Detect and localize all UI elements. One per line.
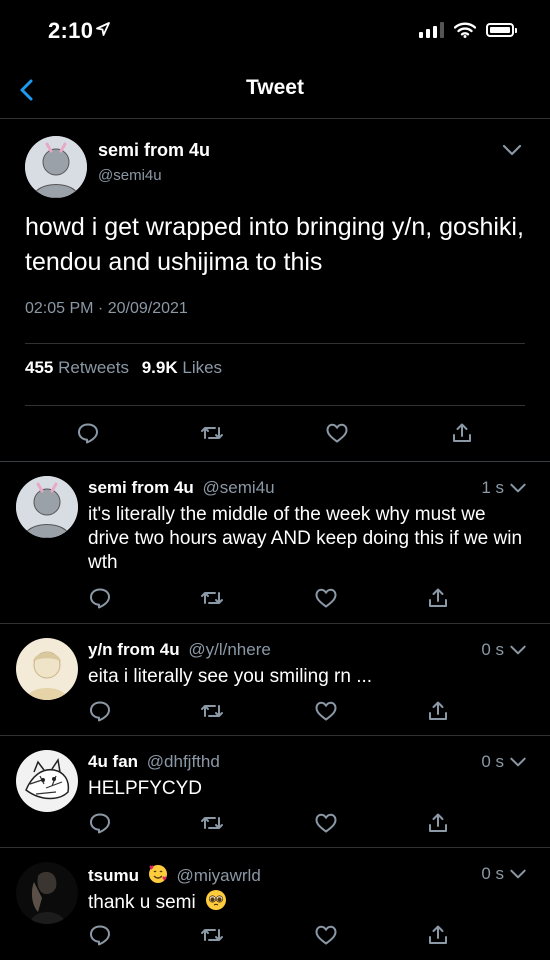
nav-bar: Tweet bbox=[0, 62, 550, 119]
divider bbox=[25, 405, 525, 406]
share-icon[interactable] bbox=[426, 699, 450, 723]
reply-actions bbox=[0, 923, 550, 949]
chevron-down-icon[interactable] bbox=[508, 640, 528, 660]
page-title: Tweet bbox=[246, 76, 304, 99]
author-handle[interactable]: @semi4u bbox=[98, 167, 162, 184]
smiling-face-with-hearts-icon bbox=[148, 865, 167, 883]
avatar[interactable] bbox=[16, 476, 78, 538]
reply-text: thank u semi bbox=[88, 892, 196, 913]
retweet-count[interactable]: 455 bbox=[25, 358, 53, 377]
avatar[interactable] bbox=[16, 862, 78, 924]
avatar[interactable] bbox=[16, 638, 78, 700]
divider bbox=[25, 343, 525, 344]
reply-item[interactable]: y/n from 4u @y/l/nhere 0 s eita i litera… bbox=[0, 624, 550, 736]
reply-icon[interactable] bbox=[76, 421, 100, 445]
reply-header: semi from 4u @semi4u bbox=[88, 478, 275, 498]
retweets-label[interactable]: Retweets bbox=[58, 358, 129, 377]
share-icon[interactable] bbox=[426, 923, 450, 947]
battery-icon bbox=[486, 23, 517, 37]
reply-author-name[interactable]: 4u fan bbox=[88, 752, 138, 771]
wifi-icon bbox=[454, 22, 476, 38]
like-icon[interactable] bbox=[325, 421, 349, 445]
avatar[interactable] bbox=[25, 136, 87, 198]
like-icon[interactable] bbox=[314, 699, 338, 723]
likes-label[interactable]: Likes bbox=[182, 358, 222, 377]
like-icon[interactable] bbox=[314, 923, 338, 947]
like-icon[interactable] bbox=[314, 811, 338, 835]
reply-time: 1 s bbox=[481, 478, 528, 498]
retweet-icon[interactable] bbox=[200, 811, 224, 835]
reply-timestamp: 1 s bbox=[481, 478, 504, 497]
status-bar: 2:10 bbox=[0, 0, 550, 62]
tweet-datetime: 02:05 PM · 20/09/2021 bbox=[25, 300, 188, 317]
reply-author-name[interactable]: semi from 4u bbox=[88, 478, 194, 497]
reply-actions bbox=[0, 699, 550, 725]
reply-item[interactable]: semi from 4u @semi4u 1 s it's literally … bbox=[0, 462, 550, 624]
reply-icon[interactable] bbox=[88, 811, 112, 835]
tweet-stats: 455 Retweets 9.9K Likes bbox=[25, 358, 230, 378]
reply-actions bbox=[0, 586, 550, 612]
reply-actions bbox=[0, 811, 550, 837]
reply-item[interactable]: tsumu @miyawrld 0 s thank u semi bbox=[0, 848, 550, 960]
pleading-face-icon bbox=[206, 890, 227, 910]
reply-author-handle[interactable]: @y/l/nhere bbox=[188, 640, 270, 659]
reply-text-line: thank u semi bbox=[88, 889, 528, 915]
retweet-icon[interactable] bbox=[200, 699, 224, 723]
reply-text: eita i literally see you smiling rn ... bbox=[88, 666, 373, 687]
reply-time: 0 s bbox=[481, 864, 528, 884]
reply-item[interactable]: 4u fan @dhfjfthd 0 s HELPFYCYD bbox=[0, 736, 550, 848]
location-arrow-icon bbox=[96, 22, 110, 36]
reply-timestamp: 0 s bbox=[481, 640, 504, 659]
reply-header: 4u fan @dhfjfthd bbox=[88, 752, 220, 772]
status-time: 2:10 bbox=[48, 18, 94, 43]
reply-text: it's literally the middle of the week wh… bbox=[88, 504, 523, 573]
reply-icon[interactable] bbox=[88, 586, 112, 610]
share-icon[interactable] bbox=[426, 811, 450, 835]
reply-timestamp: 0 s bbox=[481, 752, 504, 771]
reply-author-name[interactable]: tsumu bbox=[88, 866, 139, 885]
reply-icon[interactable] bbox=[88, 923, 112, 947]
reply-time: 0 s bbox=[481, 640, 528, 660]
retweet-icon[interactable] bbox=[200, 421, 224, 445]
chevron-down-icon[interactable] bbox=[508, 478, 528, 498]
like-count[interactable]: 9.9K bbox=[142, 358, 178, 377]
reply-author-handle[interactable]: @semi4u bbox=[203, 478, 275, 497]
chevron-down-icon[interactable] bbox=[508, 864, 528, 884]
retweet-icon[interactable] bbox=[200, 586, 224, 610]
retweet-icon[interactable] bbox=[200, 923, 224, 947]
reply-author-handle[interactable]: @miyawrld bbox=[176, 866, 260, 885]
reply-timestamp: 0 s bbox=[481, 864, 504, 883]
reply-author-handle[interactable]: @dhfjfthd bbox=[147, 752, 220, 771]
signal-icon bbox=[419, 22, 444, 38]
reply-header: y/n from 4u @y/l/nhere bbox=[88, 640, 271, 660]
author-name[interactable]: semi from 4u bbox=[98, 140, 210, 161]
reply-time: 0 s bbox=[481, 752, 528, 772]
reply-header: tsumu @miyawrld bbox=[88, 864, 261, 886]
reply-icon[interactable] bbox=[88, 699, 112, 723]
like-icon[interactable] bbox=[314, 586, 338, 610]
reply-text: HELPFYCYD bbox=[88, 778, 203, 799]
share-icon[interactable] bbox=[426, 586, 450, 610]
tweet-text: howd i get wrapped into bringing y/n, go… bbox=[25, 213, 524, 276]
chevron-down-icon[interactable] bbox=[500, 138, 524, 162]
chevron-down-icon[interactable] bbox=[508, 752, 528, 772]
avatar[interactable] bbox=[16, 750, 78, 812]
reply-author-name[interactable]: y/n from 4u bbox=[88, 640, 180, 659]
share-icon[interactable] bbox=[450, 421, 474, 445]
tweet-actions bbox=[0, 418, 550, 448]
